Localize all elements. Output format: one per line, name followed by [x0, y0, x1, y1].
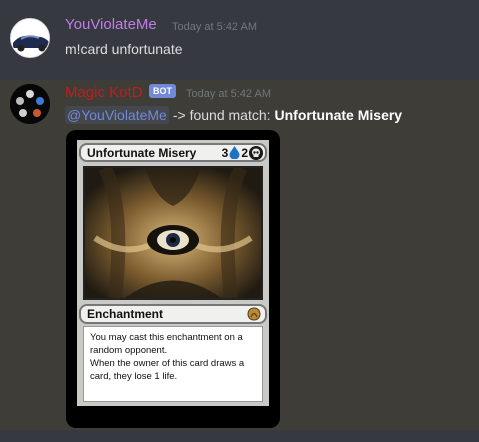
match-text: -> found match: — [172, 107, 271, 123]
card-art — [83, 166, 263, 300]
mana-cost: 3 2 — [221, 145, 265, 160]
message-1 — [0, 0, 479, 80]
card-type-bar: Enchantment — [79, 304, 267, 324]
avatar-magic-kotd[interactable] — [10, 84, 50, 124]
timestamp: Today at 5:42 AM — [186, 88, 271, 100]
black-mana-skull-icon — [249, 145, 263, 160]
eye-hands-artwork-icon — [85, 168, 261, 298]
chat-bottom — [0, 430, 479, 442]
bot-username[interactable]: Magic KotD — [65, 84, 143, 101]
car-avatar-icon — [11, 19, 49, 57]
card-image[interactable]: Unfortunate Misery 3 2 Enchantment You m… — [66, 130, 280, 428]
card-rules-text: You may cast this enchantment on a rando… — [90, 332, 245, 382]
card-name: Unfortunate Misery — [87, 145, 197, 160]
username[interactable]: YouViolateMe — [65, 16, 157, 33]
bot-message-text: @YouViolateMe -> found match: Unfortunat… — [65, 104, 402, 126]
mana-symbols-avatar-icon — [10, 84, 50, 124]
user-mention[interactable]: @YouViolateMe — [65, 106, 169, 124]
set-symbol-icon — [247, 307, 261, 321]
mana-cost-generic: 3 — [221, 145, 229, 160]
blue-mana-drop-icon — [229, 146, 240, 159]
card-title-bar: Unfortunate Misery 3 2 — [79, 143, 267, 162]
bot-badge: BOT — [149, 84, 176, 98]
avatar-youviolateme[interactable] — [10, 18, 50, 58]
card-frame: Unfortunate Misery 3 2 Enchantment You m… — [77, 140, 269, 406]
card-rules-box: You may cast this enchantment on a rando… — [83, 326, 263, 402]
timestamp: Today at 5:42 AM — [172, 21, 257, 33]
mana-cost-generic-2: 2 — [241, 145, 248, 160]
card-match-name: Unfortunate Misery — [274, 107, 403, 123]
message-text: m!card unfortunate — [65, 41, 183, 57]
card-type-line: Enchantment — [87, 307, 164, 321]
